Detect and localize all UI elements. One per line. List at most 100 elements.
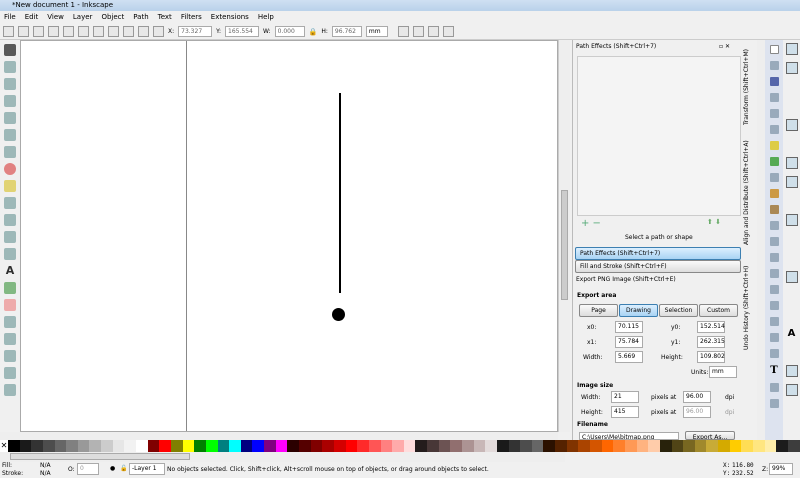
dpi-field[interactable]: 96.00 bbox=[683, 391, 711, 403]
color-swatch[interactable] bbox=[392, 440, 404, 452]
color-swatch[interactable] bbox=[369, 440, 381, 452]
unlink-clone-icon[interactable] bbox=[770, 301, 779, 310]
path-effects-section[interactable]: Path Effects (Shift+Ctrl+7) bbox=[575, 247, 741, 260]
cut-icon[interactable] bbox=[770, 189, 779, 198]
color-swatch[interactable] bbox=[497, 440, 509, 452]
flip-v-icon[interactable] bbox=[93, 26, 104, 37]
color-swatch[interactable] bbox=[776, 440, 788, 452]
img-height-field[interactable]: 415 bbox=[611, 406, 639, 418]
layer-select[interactable]: -Layer 1 bbox=[129, 463, 165, 475]
star-tool-icon[interactable] bbox=[4, 180, 16, 192]
snap-center-icon[interactable] bbox=[786, 290, 798, 302]
color-swatch[interactable] bbox=[439, 440, 451, 452]
snap-bbox-center-icon[interactable] bbox=[786, 138, 798, 150]
color-swatch[interactable] bbox=[136, 440, 148, 452]
3dbox-tool-icon[interactable] bbox=[4, 146, 16, 158]
width-field[interactable]: 5.669 bbox=[615, 351, 643, 363]
color-swatch[interactable] bbox=[183, 440, 195, 452]
rotate-ccw-icon[interactable] bbox=[48, 26, 59, 37]
path-effects-list[interactable] bbox=[577, 56, 741, 216]
raise-icon[interactable] bbox=[123, 26, 134, 37]
open-icon[interactable] bbox=[770, 61, 779, 70]
color-swatch[interactable] bbox=[194, 440, 206, 452]
color-swatch[interactable] bbox=[381, 440, 393, 452]
canvas[interactable] bbox=[20, 40, 558, 432]
measure-tool-icon[interactable] bbox=[4, 112, 16, 124]
snap-others-icon[interactable] bbox=[786, 271, 798, 283]
move-gradients-icon[interactable] bbox=[428, 26, 439, 37]
ellipse-tool-icon[interactable] bbox=[4, 163, 16, 175]
zoom-page-icon[interactable] bbox=[770, 253, 779, 262]
snap-bbox-icon[interactable] bbox=[786, 62, 798, 74]
print-icon[interactable] bbox=[770, 93, 779, 102]
bucket-tool-icon[interactable] bbox=[4, 316, 16, 328]
snap-midpoint-icon[interactable] bbox=[786, 252, 798, 264]
zoom-field[interactable]: 99% bbox=[769, 463, 793, 475]
text-font-icon[interactable]: T bbox=[770, 365, 777, 376]
calligraphy-tool-icon[interactable] bbox=[4, 248, 16, 260]
color-swatch[interactable] bbox=[229, 440, 241, 452]
redo-icon[interactable] bbox=[770, 157, 779, 166]
move-patterns-icon[interactable] bbox=[443, 26, 454, 37]
color-swatch[interactable] bbox=[101, 440, 113, 452]
color-swatch[interactable] bbox=[311, 440, 323, 452]
new-icon[interactable] bbox=[770, 45, 779, 54]
color-swatch[interactable] bbox=[788, 440, 800, 452]
rect-tool-icon[interactable] bbox=[4, 129, 16, 141]
color-swatch[interactable] bbox=[578, 440, 590, 452]
color-swatch[interactable] bbox=[346, 440, 358, 452]
color-swatch[interactable] bbox=[264, 440, 276, 452]
y-field[interactable]: 165.554 bbox=[225, 26, 259, 37]
y0-field[interactable]: 152.514 bbox=[697, 321, 725, 333]
color-swatch[interactable] bbox=[113, 440, 125, 452]
selection-button[interactable]: Selection bbox=[659, 304, 698, 317]
snap-cusp-icon[interactable] bbox=[786, 214, 798, 226]
opacity-field[interactable]: 0 bbox=[77, 463, 99, 475]
color-swatch[interactable] bbox=[672, 440, 684, 452]
color-swatch[interactable] bbox=[252, 440, 264, 452]
color-swatch[interactable] bbox=[695, 440, 707, 452]
raise-top-icon[interactable] bbox=[108, 26, 119, 37]
color-palette[interactable]: ✕ bbox=[0, 440, 800, 452]
color-swatch[interactable] bbox=[334, 440, 346, 452]
color-swatch[interactable] bbox=[637, 440, 649, 452]
dropper-tool-icon[interactable] bbox=[4, 367, 16, 379]
x-field[interactable]: 73.327 bbox=[178, 26, 212, 37]
color-swatch[interactable] bbox=[590, 440, 602, 452]
undo-icon[interactable] bbox=[770, 141, 779, 150]
deselect-icon[interactable] bbox=[33, 26, 44, 37]
zoom-drawing-icon[interactable] bbox=[770, 237, 779, 246]
spiral-tool-icon[interactable] bbox=[4, 197, 16, 209]
color-swatch[interactable] bbox=[322, 440, 334, 452]
eraser-tool-icon[interactable] bbox=[4, 299, 16, 311]
x0-field[interactable]: 70.115 bbox=[615, 321, 643, 333]
color-swatch[interactable] bbox=[124, 440, 136, 452]
snap-guide-icon[interactable] bbox=[786, 384, 798, 396]
menu-edit[interactable]: Edit bbox=[25, 11, 39, 24]
spray-tool-icon[interactable] bbox=[4, 282, 16, 294]
dock-scrollbar[interactable] bbox=[757, 40, 765, 440]
color-swatch[interactable] bbox=[31, 440, 43, 452]
color-swatch[interactable] bbox=[206, 440, 218, 452]
color-swatch[interactable] bbox=[765, 440, 777, 452]
tweak-tool-icon[interactable] bbox=[4, 78, 16, 90]
align-distribute-tab[interactable]: Align and Distribute (Shift+Ctrl+A) bbox=[743, 130, 750, 245]
text-tool-icon[interactable]: A bbox=[4, 265, 16, 277]
color-swatch[interactable] bbox=[555, 440, 567, 452]
color-swatch[interactable] bbox=[730, 440, 742, 452]
x1-field[interactable]: 75.784 bbox=[615, 336, 643, 348]
color-swatch[interactable] bbox=[78, 440, 90, 452]
color-swatch[interactable] bbox=[415, 440, 427, 452]
zoom-selection-icon[interactable] bbox=[770, 221, 779, 230]
pencil-tool-icon[interactable] bbox=[4, 214, 16, 226]
rotate-cw-icon[interactable] bbox=[63, 26, 74, 37]
fill-stroke-section[interactable]: Fill and Stroke (Shift+Ctrl+F) bbox=[575, 260, 741, 273]
ungroup-icon[interactable] bbox=[770, 333, 779, 342]
menu-extensions[interactable]: Extensions bbox=[211, 11, 249, 24]
scale-corners-icon[interactable] bbox=[413, 26, 424, 37]
custom-button[interactable]: Custom bbox=[699, 304, 738, 317]
color-swatch[interactable] bbox=[43, 440, 55, 452]
color-swatch[interactable] bbox=[509, 440, 521, 452]
height-field[interactable]: 109.802 bbox=[697, 351, 725, 363]
color-swatch[interactable] bbox=[450, 440, 462, 452]
